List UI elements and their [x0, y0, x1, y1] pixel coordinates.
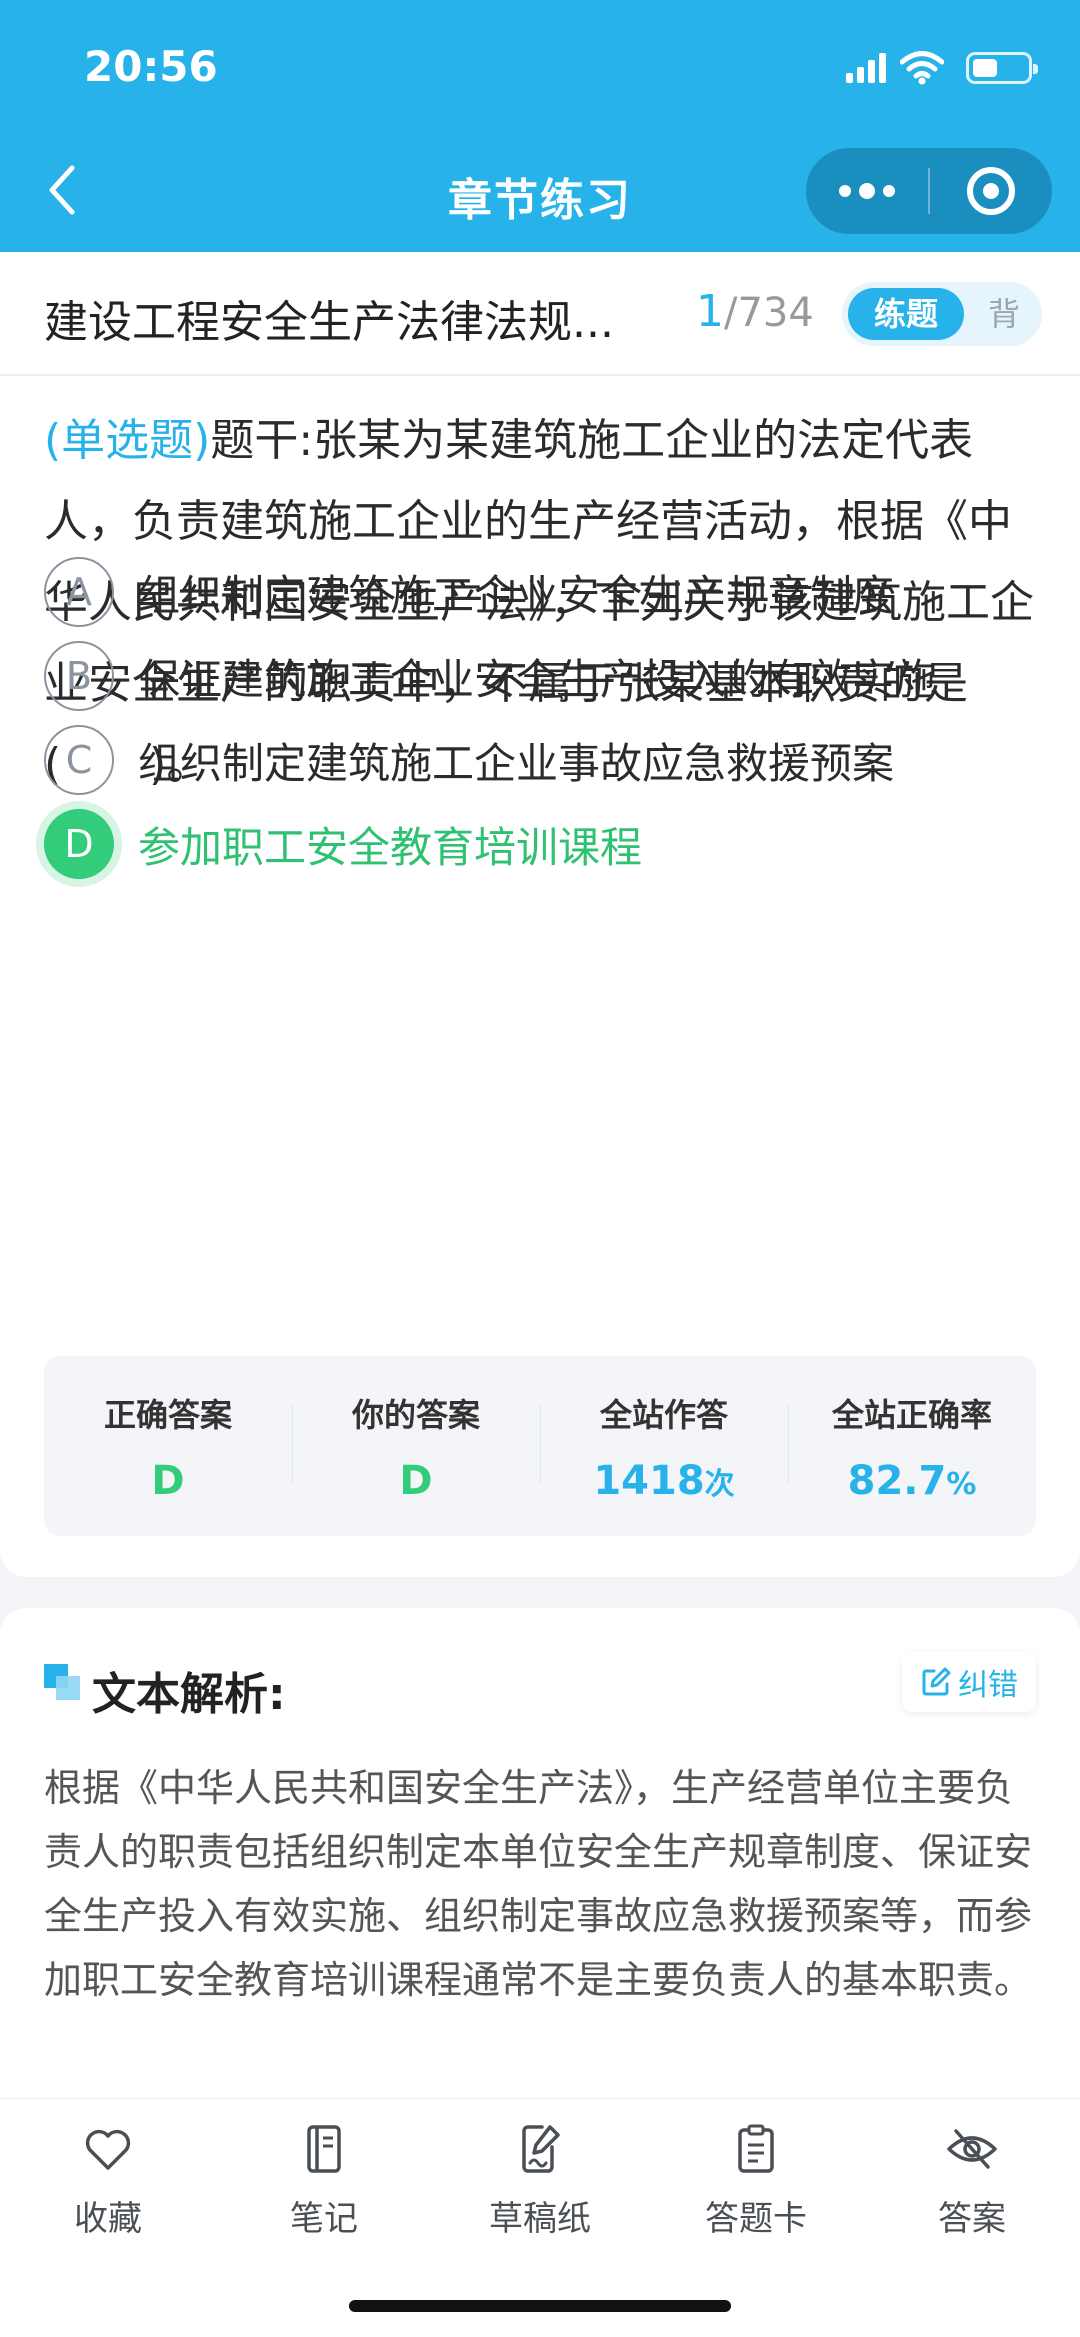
tab-answer[interactable]: 答案: [864, 2121, 1080, 2240]
option-text: 保证建筑施工企业安全生产投入的有效实施: [138, 654, 937, 704]
question-counter[interactable]: 1/734: [696, 286, 814, 337]
counter-current: 1: [696, 286, 724, 337]
accuracy-number: 82.7: [847, 1458, 947, 1504]
mode-recite-button[interactable]: 背: [978, 288, 1030, 340]
stat-label: 全站正确率: [831, 1396, 992, 1434]
accuracy-unit: %: [946, 1467, 977, 1502]
status-icons: [846, 48, 1038, 88]
stat-label: 你的答案: [351, 1396, 480, 1434]
home-indicator: [349, 2300, 731, 2312]
mode-toggle[interactable]: 练题 背: [842, 282, 1042, 346]
close-target-icon[interactable]: [930, 148, 1052, 234]
status-time: 20:56: [84, 42, 218, 91]
stat-your-answer: 你的答案 D: [292, 1356, 540, 1536]
tab-label: 答案: [938, 2199, 1006, 2239]
answer-stats: 正确答案 D 你的答案 D 全站作答 1418次 全站正确率 82.7%: [44, 1356, 1036, 1536]
attempts-number: 1418: [593, 1458, 705, 1504]
stat-label: 正确答案: [103, 1396, 232, 1434]
notebook-icon: [307, 2125, 341, 2173]
question-type: (单选题): [44, 415, 211, 466]
analysis-text: 根据《中华人民共和国安全生产法》，生产经营单位主要负责人的职责包括组织制定本单位…: [44, 1766, 1033, 2002]
tab-label: 答题卡: [705, 2199, 807, 2239]
app-header: 20:56 章节练习: [0, 0, 1080, 252]
option-letter: B: [44, 641, 114, 711]
chapter-bar: 建设工程安全生产法律法规... 1/734 练题 背: [0, 252, 1080, 376]
stat-value: 1418次: [540, 1458, 788, 1504]
option-d[interactable]: D 参加职工安全教育培训课程: [44, 804, 1044, 884]
report-error-label: 纠错: [958, 1668, 1018, 1703]
heart-icon: [85, 2129, 131, 2170]
more-icon[interactable]: [806, 148, 928, 234]
option-b[interactable]: B 保证建筑施工企业安全生产投入的有效实施: [44, 636, 1044, 716]
option-a[interactable]: A 组织制定建筑施工企业安全生产规章制度: [44, 552, 1044, 632]
wifi-icon: [900, 51, 944, 85]
analysis-card: 文本解析: 纠错 根据《中华人民共和国安全生产法》，生产经营单位主要负责人的职责…: [0, 1608, 1080, 2108]
tab-label: 笔记: [290, 2199, 358, 2239]
tab-answer-sheet[interactable]: 答题卡: [648, 2121, 864, 2240]
report-error-button[interactable]: 纠错: [902, 1652, 1036, 1712]
stat-label: 全站作答: [599, 1396, 728, 1434]
eye-off-icon: [947, 2129, 997, 2169]
option-text: 参加职工安全教育培训课程: [138, 822, 643, 872]
tab-favorite[interactable]: 收藏: [0, 2121, 216, 2240]
chapter-title[interactable]: 建设工程安全生产法律法规...: [44, 286, 674, 350]
answer-sheet-icon: [738, 2124, 774, 2173]
attempts-unit: 次: [704, 1467, 735, 1502]
counter-total: /734: [724, 290, 814, 336]
stat-correct-answer: 正确答案 D: [44, 1356, 292, 1536]
option-c[interactable]: C 组织制定建筑施工企业事故应急救援预案: [44, 720, 1044, 800]
option-letter: A: [44, 557, 114, 627]
tab-label: 草稿纸: [489, 2199, 591, 2239]
edit-icon: [922, 1667, 951, 1696]
mini-program-capsule: [806, 148, 1052, 234]
analysis-square-icon: [44, 1664, 80, 1700]
option-letter: C: [44, 725, 114, 795]
tab-draft[interactable]: 草稿纸: [432, 2121, 648, 2240]
battery-icon: [966, 52, 1038, 84]
stat-site-attempts: 全站作答 1418次: [540, 1356, 788, 1536]
stat-value: 82.7%: [788, 1458, 1036, 1504]
option-letter: D: [44, 809, 114, 879]
option-text: 组织制定建筑施工企业安全生产规章制度: [138, 570, 895, 620]
draft-paper-icon: [522, 2125, 560, 2173]
stat-site-accuracy: 全站正确率 82.7%: [788, 1356, 1036, 1536]
tab-label: 收藏: [74, 2199, 142, 2239]
mode-practice-button[interactable]: 练题: [848, 288, 964, 340]
stat-value: D: [399, 1458, 433, 1504]
analysis-title: 文本解析:: [92, 1669, 286, 1720]
option-text: 组织制定建筑施工企业事故应急救援预案: [138, 738, 895, 788]
question-card: 建设工程安全生产法律法规... 1/734 练题 背 (单选题)题干:张某为某建…: [0, 252, 1080, 1577]
stat-value: D: [151, 1458, 185, 1504]
signal-icon: [846, 53, 886, 83]
tab-notes[interactable]: 笔记: [216, 2121, 432, 2240]
